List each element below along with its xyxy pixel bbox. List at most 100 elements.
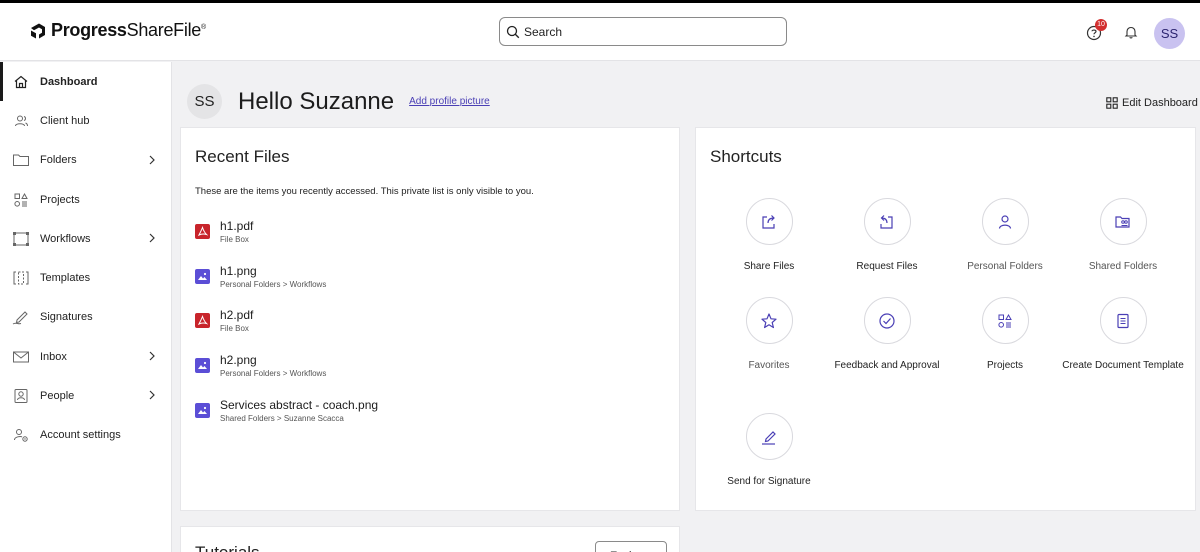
projects-icon (981, 297, 1029, 344)
logo-text-bold: Progress (51, 20, 127, 40)
projects-icon (12, 191, 30, 209)
sidebar-item-account-settings[interactable]: Account settings (0, 416, 171, 455)
tutorials-title: Tutorials (195, 543, 260, 552)
document-template-icon (1099, 297, 1147, 344)
shortcut-personal-folders[interactable]: Personal Folders (940, 198, 1070, 275)
search-input[interactable] (524, 24, 774, 39)
top-bar: ProgressShareFile® 10 SS (0, 3, 1200, 61)
recent-file-item[interactable]: h2.png Personal Folders > Workflows (195, 350, 326, 378)
file-name: Services abstract - coach.png (220, 398, 379, 412)
shortcut-label: Feedback and Approval (834, 360, 940, 371)
pdf-file-icon (195, 313, 210, 328)
sidebar-item-label: Signatures (40, 311, 93, 324)
image-file-icon (195, 269, 210, 284)
shared-folders-icon (1099, 198, 1147, 245)
sidebar-item-signatures[interactable]: Signatures (0, 298, 171, 337)
profile-avatar[interactable]: SS (187, 84, 222, 119)
recent-files-card: Recent Files These are the items you rec… (180, 127, 680, 511)
notification-badge: 10 (1095, 19, 1107, 31)
sidebar-item-label: Templates (40, 272, 91, 285)
logo[interactable]: ProgressShareFile® (30, 20, 206, 41)
pdf-file-icon (195, 224, 210, 239)
star-icon (745, 297, 793, 344)
sidebar-item-inbox[interactable]: Inbox (0, 337, 171, 376)
shortcut-label: Favorites (748, 360, 790, 371)
sidebar-item-label: Client hub (40, 114, 90, 127)
edit-dashboard-label: Edit Dashboard (1122, 97, 1198, 109)
search-box[interactable] (499, 17, 787, 46)
shortcut-request-files[interactable]: Request Files (822, 198, 952, 275)
chevron-right-icon (149, 155, 155, 165)
shortcut-label: Request Files (856, 261, 918, 272)
file-path: Shared Folders > Suzanne Scacca (220, 414, 344, 423)
account-settings-icon (12, 426, 30, 444)
folder-icon (12, 151, 30, 169)
shortcut-label: Projects (986, 360, 1024, 371)
sidebar-item-projects[interactable]: Projects (0, 180, 171, 219)
check-circle-icon (863, 297, 911, 344)
greeting: SS Hello Suzanne Add profile picture (187, 84, 490, 119)
recent-file-item[interactable]: Services abstract - coach.png Shared Fol… (195, 395, 378, 423)
recent-file-item[interactable]: h2.pdf File Box (195, 305, 253, 333)
sidebar-item-client-hub[interactable]: Client hub (0, 101, 171, 140)
shortcut-create-document-template[interactable]: Create Document Template (1058, 297, 1188, 374)
progress-logo-icon (31, 23, 45, 38)
shortcut-favorites[interactable]: Favorites (704, 297, 834, 374)
templates-icon (12, 269, 30, 287)
sidebar-item-label: Workflows (40, 232, 91, 245)
shortcuts-card: Shortcuts Share Files Request Files Pers… (695, 127, 1196, 511)
request-files-icon (863, 198, 911, 245)
edit-dashboard-button[interactable]: Edit Dashboard (1106, 97, 1198, 109)
sidebar-item-label: Account settings (40, 429, 121, 442)
sidebar-item-label: Dashboard (40, 75, 98, 88)
help-button[interactable]: 10 (1086, 19, 1107, 43)
tutorials-card: Tutorials Explore (180, 526, 680, 552)
notifications-button[interactable] (1124, 25, 1138, 44)
recent-file-item[interactable]: h1.png Personal Folders > Workflows (195, 261, 326, 289)
shortcut-label: Send for Signature (727, 476, 811, 487)
shortcut-send-for-signature[interactable]: Send for Signature (704, 413, 834, 490)
sidebar-item-label: Folders (40, 154, 77, 167)
inbox-icon (12, 348, 30, 366)
sidebar-item-workflows[interactable]: Workflows (0, 219, 171, 258)
sidebar-item-label: Projects (40, 193, 80, 206)
shortcut-share-files[interactable]: Share Files (704, 198, 834, 275)
shortcut-label: Create Document Template (1062, 360, 1184, 371)
personal-folders-icon (981, 198, 1029, 245)
file-path: File Box (220, 324, 249, 333)
home-icon (12, 73, 30, 91)
shortcut-feedback-approval[interactable]: Feedback and Approval (822, 297, 952, 374)
sidebar-item-dashboard[interactable]: Dashboard (0, 62, 171, 102)
image-file-icon (195, 358, 210, 373)
chevron-right-icon (149, 351, 155, 361)
file-name: h1.png (220, 264, 257, 278)
shortcut-shared-folders[interactable]: Shared Folders (1058, 198, 1188, 275)
sidebar-item-label: Inbox (40, 350, 67, 363)
recent-file-item[interactable]: h1.pdf File Box (195, 216, 253, 244)
people-icon (12, 387, 30, 405)
sidebar-item-label: People (40, 390, 75, 403)
sidebar-item-folders[interactable]: Folders (0, 141, 171, 180)
shortcut-projects[interactable]: Projects (940, 297, 1070, 374)
chevron-right-icon (149, 233, 155, 243)
chevron-right-icon (149, 390, 155, 400)
user-avatar[interactable]: SS (1154, 18, 1185, 49)
sidebar-item-people[interactable]: People (0, 376, 171, 415)
shortcuts-title: Shortcuts (710, 147, 782, 166)
workflows-icon (12, 230, 30, 248)
pen-icon (745, 413, 793, 460)
logo-registered-mark: ® (200, 24, 206, 31)
file-name: h1.pdf (220, 219, 254, 233)
add-profile-picture-link[interactable]: Add profile picture (409, 96, 490, 107)
file-name: h2.pdf (220, 308, 254, 322)
sidebar-item-templates[interactable]: Templates (0, 258, 171, 297)
explore-button[interactable]: Explore (595, 541, 667, 552)
file-name: h2.png (220, 353, 257, 367)
shortcut-label: Personal Folders (967, 261, 1043, 272)
image-file-icon (195, 403, 210, 418)
search-icon (506, 25, 520, 38)
sidebar: Dashboard Client hub Folders Projects Wo… (0, 62, 172, 552)
file-path: File Box (220, 235, 249, 244)
shortcut-label: Share Files (743, 261, 795, 272)
share-files-icon (745, 198, 793, 245)
